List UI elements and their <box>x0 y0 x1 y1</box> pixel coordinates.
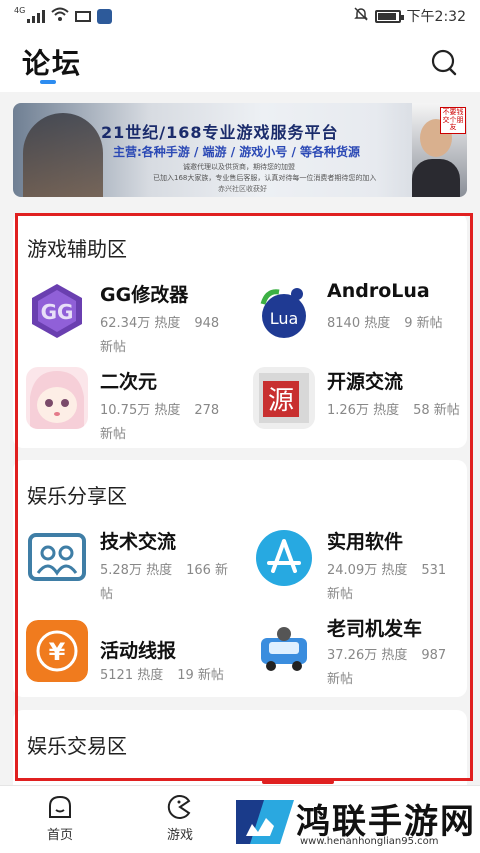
svg-text:GG: GG <box>41 300 74 324</box>
deer-logo-icon <box>236 796 294 848</box>
forum-item-driver[interactable]: 老司机发车 37.26万 热度 987 新帖 <box>253 612 473 687</box>
heat-count: 1.26万 热度 <box>327 403 400 418</box>
post-count: 9 新帖 <box>404 316 443 331</box>
active-tab-indicator <box>262 780 334 784</box>
svg-text:源: 源 <box>268 386 294 416</box>
clock: 下午2:32 <box>406 9 466 25</box>
forum-stats: 1.26万 热度 58 新帖 <box>327 399 477 423</box>
network-type: 4G <box>14 5 26 15</box>
nav-games[interactable]: 游戏 <box>150 794 210 843</box>
banner-text-2: 已加入168大家族，专业售后客服，认真对待每一位消费者期待您的加入 <box>153 174 377 182</box>
heat-count: 37.26万 热度 <box>327 648 408 663</box>
shield-app-icon <box>97 8 113 24</box>
forum-item-tech[interactable]: 技术交流 5.28万 热度 166 新帖 <box>26 527 246 602</box>
post-count: 19 新帖 <box>177 668 224 683</box>
watermark-url: www.henanhonglian95.com <box>300 836 439 847</box>
forum-stats: 10.75万 热度 278 新帖 <box>100 399 235 447</box>
nav-games-label: 游戏 <box>166 828 193 843</box>
androlua-icon: Lua <box>253 280 315 342</box>
forum-stats: 37.26万 热度 987 新帖 <box>327 644 462 692</box>
section-title: 娱乐分享区 <box>27 484 127 508</box>
heat-count: 5.28万 热度 <box>100 563 173 578</box>
yen-icon: ¥ <box>26 620 88 682</box>
forum-stats: 24.09万 热度 531 新帖 <box>327 559 462 607</box>
heat-count: 8140 热度 <box>327 316 391 331</box>
search-icon[interactable] <box>430 48 458 76</box>
nav-home-label: 首页 <box>46 828 73 843</box>
banner-text-1: 诚邀代理以及供货商，期待您的加盟 <box>183 163 295 171</box>
banner-title: 21世纪/168专业游戏服务平台 <box>101 123 339 142</box>
forum-name: 活动线报 <box>100 640 177 662</box>
forum-name: AndroLua <box>327 280 430 302</box>
site-watermark: 鸿联手游网 www.henanhonglian95.com <box>230 792 480 853</box>
forum-item-anime[interactable]: 二次元 10.75万 热度 278 新帖 <box>26 367 246 442</box>
forum-name: 实用软件 <box>327 531 404 553</box>
heat-count: 62.34万 热度 <box>100 316 181 331</box>
battery-icon <box>374 9 404 23</box>
home-icon <box>47 794 73 820</box>
pacman-icon <box>167 794 193 820</box>
section-title: 游戏辅助区 <box>27 237 127 261</box>
forum-sections: 游戏辅助区 GG GG修改器 62.34万 热度 948 新帖 Lua Andr… <box>0 205 480 785</box>
forum-item-gg[interactable]: GG GG修改器 62.34万 热度 948 新帖 <box>26 280 246 355</box>
forum-name: 二次元 <box>100 371 158 393</box>
forum-item-software[interactable]: 实用软件 24.09万 热度 531 新帖 <box>253 527 473 602</box>
banner-character-image <box>23 113 103 197</box>
forum-name: 老司机发车 <box>327 618 423 640</box>
gg-modifier-icon: GG <box>26 280 88 342</box>
forum-name: 开源交流 <box>327 371 404 393</box>
open-source-icon: 源 <box>253 367 315 429</box>
heat-count: 10.75万 热度 <box>100 403 181 418</box>
anime-girl-icon <box>26 367 88 429</box>
section-card-entertainment-trade: 娱乐交易区 <box>13 710 467 785</box>
title-underline <box>40 80 56 84</box>
forum-stats: 5121 热度 19 新帖 <box>100 664 250 688</box>
signal-icon <box>27 9 46 23</box>
status-right: 下午2:32 <box>353 6 466 26</box>
forum-item-opensource[interactable]: 源 开源交流 1.26万 热度 58 新帖 <box>253 367 473 437</box>
forum-stats: 8140 热度 9 新帖 <box>327 312 477 336</box>
heat-count: 5121 热度 <box>100 668 164 683</box>
forum-stats: 62.34万 热度 948 新帖 <box>100 312 235 360</box>
page-title: 论坛 <box>22 47 83 80</box>
portrait-suit <box>412 159 460 197</box>
mail-icon <box>75 10 92 22</box>
app-store-icon <box>253 527 315 589</box>
portrait-quote: 不要钱 交个朋友 <box>440 107 466 135</box>
post-count: 58 新帖 <box>413 403 460 418</box>
section-card-entertainment-share: 娱乐分享区 技术交流 5.28万 热度 166 新帖 实用软件 24.09万 热… <box>13 460 467 697</box>
svg-text:Lua: Lua <box>270 309 299 328</box>
status-bar: 4G 下午2:32 <box>0 0 480 32</box>
wifi-icon <box>51 7 69 25</box>
status-left: 4G <box>14 5 113 25</box>
svg-text:¥: ¥ <box>49 638 66 666</box>
section-card-game-assist: 游戏辅助区 GG GG修改器 62.34万 热度 948 新帖 Lua Andr… <box>13 213 467 448</box>
banner-portrait: 不要钱 交个朋友 <box>412 103 467 197</box>
banner-subtitle: 主营:各种手游 / 端游 / 游戏小号 / 等各种货源 <box>113 145 361 159</box>
promo-banner[interactable]: 21世纪/168专业游戏服务平台 主营:各种手游 / 端游 / 游戏小号 / 等… <box>13 103 467 197</box>
driver-car-icon <box>253 620 315 682</box>
forum-stats: 5.28万 热度 166 新帖 <box>100 559 235 607</box>
mute-bell-icon <box>353 6 369 26</box>
page-header: 论坛 <box>0 32 480 92</box>
heat-count: 24.09万 热度 <box>327 563 408 578</box>
tech-exchange-icon <box>26 527 88 589</box>
forum-item-events[interactable]: ¥ 活动线报 5121 热度 19 新帖 <box>26 620 246 690</box>
forum-name: GG修改器 <box>100 284 189 306</box>
forum-item-androlua[interactable]: Lua AndroLua 8140 热度 9 新帖 <box>253 280 473 350</box>
section-title: 娱乐交易区 <box>27 734 127 758</box>
forum-name: 技术交流 <box>100 531 177 553</box>
banner-text-3: 赤兴社区收获好 <box>218 185 267 193</box>
nav-home[interactable]: 首页 <box>30 794 90 843</box>
